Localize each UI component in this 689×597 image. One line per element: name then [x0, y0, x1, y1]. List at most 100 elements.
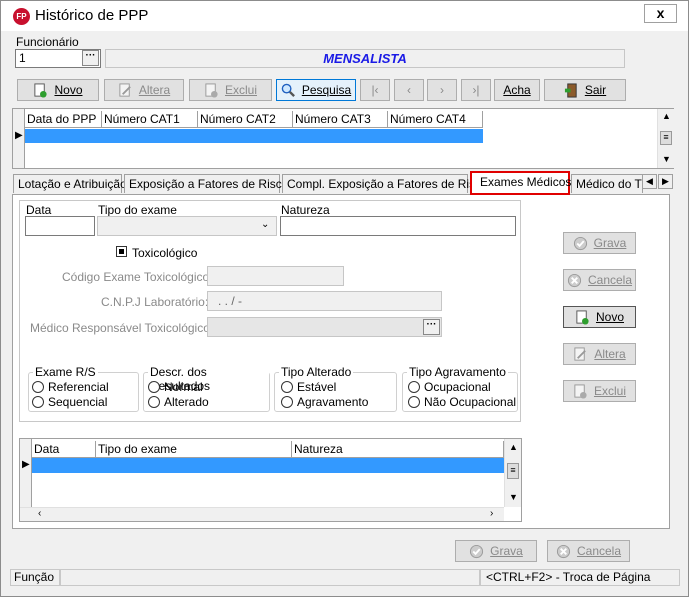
exams-grid-col-natureza[interactable]: Natureza: [292, 441, 504, 458]
scroll-left-icon[interactable]: ‹: [38, 508, 41, 519]
cnpj-label: C.N.P.J Laboratório:: [101, 295, 209, 309]
cancel-circle-icon: [567, 273, 582, 287]
funcionario-lookup-button[interactable]: ···: [82, 50, 99, 66]
descr-alterado[interactable]: Alterado: [148, 395, 209, 409]
sair-button[interactable]: Sair: [544, 79, 626, 101]
footer-grava-button[interactable]: Grava: [455, 540, 537, 562]
tab-medico-trabalho[interactable]: Médico do Tra: [571, 174, 643, 193]
scroll-right-icon[interactable]: ›: [490, 508, 493, 519]
scroll-thumb[interactable]: ≡: [660, 131, 672, 145]
search-icon: [281, 83, 295, 97]
scroll-down-icon[interactable]: ▼: [662, 154, 671, 164]
tipo-exame-select[interactable]: ⌄: [97, 216, 277, 236]
side-exclui-button[interactable]: Exclui: [563, 380, 636, 402]
exame-rs-sequencial[interactable]: Sequencial: [32, 395, 107, 409]
ppp-grid-col-cat3[interactable]: Número CAT3: [293, 111, 388, 128]
tab-scroll-left-button[interactable]: ◀: [642, 174, 657, 189]
tab-scroll-right-button[interactable]: ▶: [658, 174, 673, 189]
exams-grid-vscroll[interactable]: ▲ ≡ ▼: [504, 439, 521, 507]
next-record-icon: ›: [440, 83, 444, 97]
next-record-button[interactable]: ›: [427, 79, 457, 101]
altera-button-label: Altera: [138, 83, 171, 97]
descr-normal[interactable]: Normal: [148, 380, 203, 394]
radio-icon: [148, 396, 160, 408]
footer-grava-label: Grava: [490, 544, 523, 558]
ppp-grid[interactable]: ▶ Data do PPP Número CAT1 Número CAT2 Nú…: [12, 108, 674, 169]
altera-button[interactable]: Altera: [104, 79, 184, 101]
prev-record-button[interactable]: ‹: [394, 79, 424, 101]
exams-grid-col-tipo[interactable]: Tipo do exame: [96, 441, 292, 458]
last-record-icon: ›|: [472, 83, 480, 97]
radio-icon: [32, 396, 44, 408]
radio-icon: [148, 381, 160, 393]
ppp-grid-col-cat2[interactable]: Número CAT2: [198, 111, 293, 128]
medico-toxicologico-input[interactable]: [207, 317, 442, 337]
check-circle-icon: [470, 544, 484, 558]
prev-record-icon: ‹: [407, 83, 411, 97]
novo-button-label: Novo: [54, 83, 83, 97]
tipo-agr-nao-ocupacional[interactable]: Não Ocupacional: [408, 395, 516, 409]
ppp-grid-selected-row[interactable]: [25, 129, 483, 143]
ppp-grid-scrollbar[interactable]: ▲ ≡ ▼: [657, 109, 674, 168]
close-button[interactable]: x: [644, 4, 677, 23]
exame-rs-referencial[interactable]: Referencial: [32, 380, 109, 394]
toxicologico-checkbox[interactable]: [116, 246, 127, 257]
tipo-agr-ocupacional[interactable]: Ocupacional: [408, 380, 491, 394]
scroll-down-icon[interactable]: ▼: [509, 492, 518, 502]
acha-button[interactable]: Acha: [494, 79, 540, 101]
cnpj-mask: . . / -: [218, 294, 242, 308]
tipo-alt-agravamento[interactable]: Agravamento: [281, 395, 368, 409]
ppp-grid-col-data[interactable]: Data do PPP: [25, 111, 102, 128]
footer-cancela-button[interactable]: Cancela: [547, 540, 630, 562]
tipo-agr-nao-ocupacional-label: Não Ocupacional: [424, 395, 517, 409]
exams-grid[interactable]: ▶ Data Tipo do exame Natureza ▲ ≡ ▼ ‹ ›: [19, 438, 522, 522]
ppp-grid-col-cat4[interactable]: Número CAT4: [388, 111, 483, 128]
radio-icon: [281, 396, 293, 408]
medico-lookup-button[interactable]: ···: [423, 319, 440, 335]
pesquisa-button[interactable]: Pesquisa: [276, 79, 356, 101]
cnpj-input[interactable]: . . / -: [207, 291, 442, 311]
sair-button-label: Sair: [584, 83, 607, 97]
title-bar: FP Histórico de PPP x: [1, 1, 688, 31]
side-grava-label: Grava: [593, 236, 627, 250]
exclui-button[interactable]: Exclui: [189, 79, 272, 101]
check-circle-icon: [573, 236, 587, 250]
descr-normal-label: Normal: [164, 380, 203, 394]
tab-exposicao[interactable]: Exposição a Fatores de Riscos: [124, 174, 294, 193]
side-cancela-button[interactable]: Cancela: [563, 269, 636, 291]
side-novo-button[interactable]: Novo: [563, 306, 636, 328]
tab-lotacao[interactable]: Lotação e Atribuição: [13, 174, 127, 193]
data-label: Data: [26, 203, 52, 217]
funcionario-code-value: 1: [19, 51, 26, 65]
radio-icon: [408, 381, 420, 393]
exams-grid-selected-row[interactable]: [32, 458, 504, 473]
novo-button[interactable]: Novo: [17, 79, 99, 101]
natureza-input[interactable]: [280, 216, 516, 236]
edit-icon: [119, 82, 131, 97]
new-document-icon: [576, 309, 589, 325]
exams-grid-col-data[interactable]: Data: [32, 441, 96, 458]
scroll-thumb[interactable]: ≡: [507, 463, 519, 479]
tab-compl-exposicao[interactable]: Compl. Exposição a Fatores de Riscos: [282, 174, 494, 193]
tipo-alterado-title: Tipo Alterado: [279, 365, 354, 379]
side-grava-button[interactable]: Grava: [563, 232, 636, 254]
tipo-alt-estavel[interactable]: Estável: [281, 380, 336, 394]
ppp-grid-col-cat1[interactable]: Número CAT1: [102, 111, 198, 128]
scroll-up-icon[interactable]: ▲: [662, 111, 671, 121]
acha-button-label: Acha: [503, 83, 531, 97]
tab-exames-medicos[interactable]: Exames Médicos: [470, 171, 571, 195]
data-input[interactable]: [25, 216, 95, 236]
scroll-up-icon[interactable]: ▲: [509, 442, 518, 452]
tipo-agravamento-title: Tipo Agravamento: [407, 365, 508, 379]
app-icon: FP: [13, 8, 30, 25]
pesquisa-button-label: Pesquisa: [301, 83, 352, 97]
exit-door-icon: [564, 82, 577, 98]
codigo-toxicologico-input[interactable]: [207, 266, 344, 286]
first-record-button[interactable]: |‹: [360, 79, 390, 101]
codigo-toxicologico-label: Código Exame Toxicológico:: [62, 270, 213, 284]
descr-alterado-label: Alterado: [164, 395, 209, 409]
last-record-button[interactable]: ›|: [461, 79, 491, 101]
side-altera-button[interactable]: Altera: [563, 343, 636, 365]
cancel-circle-icon: [556, 544, 571, 558]
exams-grid-hscroll[interactable]: ‹ ›: [20, 507, 504, 521]
